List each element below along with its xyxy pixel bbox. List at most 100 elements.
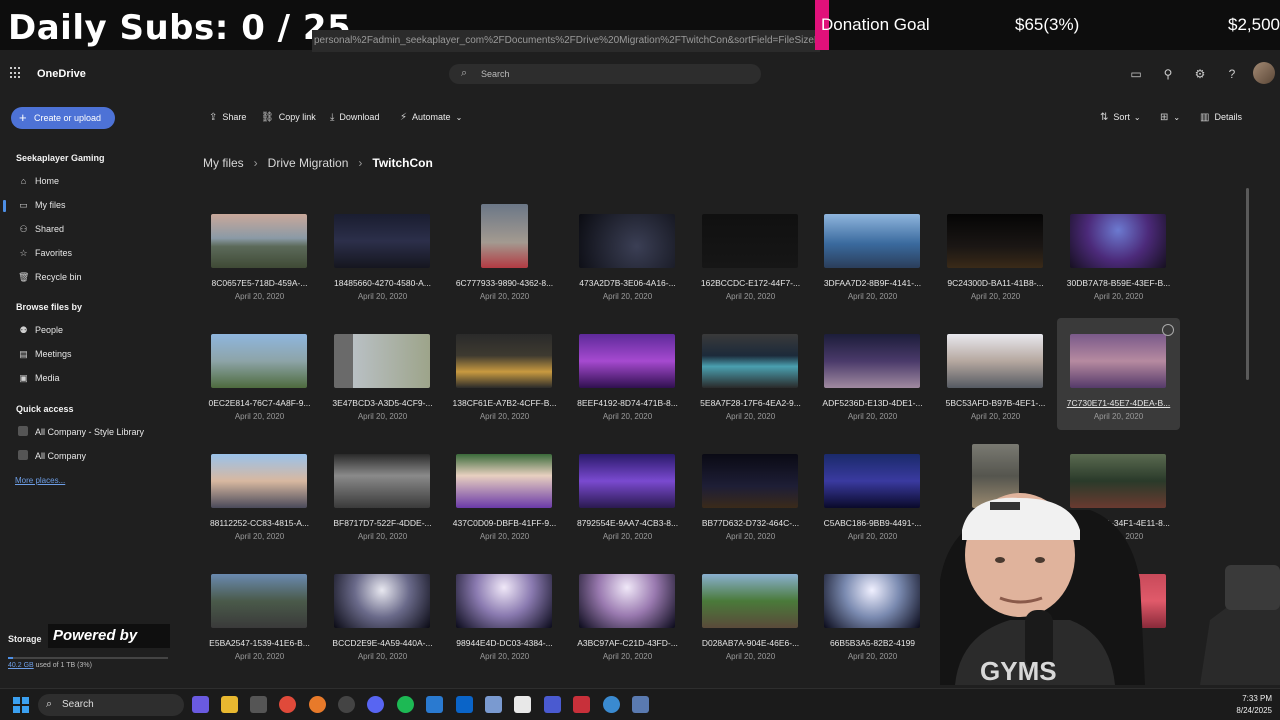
file-tile[interactable]: 5BC53AFD-B97B-4EF1-... April 20, 2020 bbox=[934, 318, 1057, 430]
file-tile[interactable]: D028AB7A-904E-46E6-... April 20, 2020 bbox=[689, 558, 812, 670]
file-name[interactable]: BB77D632-D732-464C-... bbox=[689, 518, 812, 528]
file-name[interactable]: 5BC53AFD-B97B-4EF1-... bbox=[934, 398, 1057, 408]
file-tile[interactable]: ADF5236D-E13D-4DE1-... April 20, 2020 bbox=[811, 318, 934, 430]
obs-icon[interactable] bbox=[338, 696, 355, 713]
file-name[interactable]: 30DB7A78-B59E-43EF-B... bbox=[1057, 278, 1180, 288]
file-name[interactable]: 18485660-4270-4580-A... bbox=[321, 278, 444, 288]
file-name[interactable]: 7C730E71-45E7-4DEA-B... bbox=[1057, 398, 1180, 408]
file-tile[interactable]: 138CF61E-A7B2-4CFF-B... April 20, 2020 bbox=[443, 318, 566, 430]
search-input[interactable]: ⌕ Search bbox=[449, 64, 761, 84]
details-button[interactable]: ▥ Details bbox=[1200, 112, 1242, 123]
copilot-icon[interactable] bbox=[192, 696, 209, 713]
more-places-link[interactable]: More places... bbox=[15, 476, 65, 485]
file-name[interactable]: E5BA2547-1539-41E6-B... bbox=[198, 638, 321, 648]
share-network-icon[interactable]: ⚲ bbox=[1161, 67, 1175, 81]
file-name[interactable]: 6C777933-9890-4362-8... bbox=[443, 278, 566, 288]
file-name[interactable]: 9C24300D-BA11-41B8-... bbox=[934, 278, 1057, 288]
waffle-icon[interactable] bbox=[10, 67, 22, 79]
address-bar-fragment[interactable]: personal%2Fadmin_seekaplayer_com%2FDocum… bbox=[312, 30, 820, 52]
file-name[interactable]: 3E47BCD3-A3D5-4CF9-... bbox=[321, 398, 444, 408]
taskbar-clock[interactable]: 7:33 PM 8/24/2025 bbox=[1228, 693, 1272, 717]
create-or-upload-button[interactable]: + Create or upload bbox=[11, 107, 115, 129]
file-tile[interactable]: 88112252-CC83-4815-A... April 20, 2020 bbox=[198, 438, 321, 550]
windows-start-icon[interactable] bbox=[13, 697, 29, 713]
file-tile[interactable]: 437C0D09-DBFB-41FF-9... April 20, 2020 bbox=[443, 438, 566, 550]
nav-item-recycle-bin[interactable]: 🗑︎ Recycle bin bbox=[18, 272, 82, 286]
nav-item-home[interactable]: ⌂ Home bbox=[18, 176, 59, 190]
file-tile[interactable]: A3BC97AF-C21D-43FD-... April 20, 2020 bbox=[566, 558, 689, 670]
quick-access-item[interactable]: All Company bbox=[18, 450, 86, 464]
notion-icon[interactable] bbox=[514, 696, 531, 713]
file-name[interactable]: 8EEF4192-8D74-471B-8... bbox=[566, 398, 689, 408]
file-tile[interactable]: 473A2D7B-3E06-4A16-... April 20, 2020 bbox=[566, 198, 689, 310]
file-name[interactable]: 3DFAA7D2-8B9F-4141-... bbox=[811, 278, 934, 288]
file-name[interactable]: 437C0D09-DBFB-41FF-9... bbox=[443, 518, 566, 528]
settings-app-icon[interactable] bbox=[250, 696, 267, 713]
nav-item-media[interactable]: ▣ Media bbox=[18, 373, 59, 387]
file-tile[interactable]: BCCD2E9E-4A59-440A-... April 20, 2020 bbox=[321, 558, 444, 670]
edge-icon[interactable] bbox=[426, 696, 443, 713]
file-tile[interactable]: 7C730E71-45E7-4DEA-B... April 20, 2020 bbox=[1057, 318, 1180, 430]
file-tile[interactable]: 30DB7A78-B59E-43EF-B... April 20, 2020 bbox=[1057, 198, 1180, 310]
file-name[interactable]: 8792554E-9AA7-4CB3-8... bbox=[566, 518, 689, 528]
file-name[interactable]: 0EC2E814-76C7-4A8F-9... bbox=[198, 398, 321, 408]
chrome-active-icon[interactable] bbox=[603, 696, 620, 713]
share-button[interactable]: ⇪ Share bbox=[209, 112, 246, 123]
mail-icon[interactable] bbox=[485, 696, 502, 713]
taskbar-search[interactable]: ⌕ Search bbox=[38, 694, 184, 716]
scrollbar[interactable] bbox=[1246, 188, 1249, 380]
file-name[interactable]: A3BC97AF-C21D-43FD-... bbox=[566, 638, 689, 648]
breadcrumb-middle[interactable]: Drive Migration bbox=[268, 156, 349, 170]
file-tile[interactable]: 8EEF4192-8D74-471B-8... April 20, 2020 bbox=[566, 318, 689, 430]
gear-icon[interactable]: ⚙ bbox=[1193, 67, 1207, 81]
file-tile[interactable]: BB77D632-D732-464C-... April 20, 2020 bbox=[689, 438, 812, 550]
nav-item-shared[interactable]: ⚇ Shared bbox=[18, 224, 64, 238]
file-name[interactable]: BCCD2E9E-4A59-440A-... bbox=[321, 638, 444, 648]
file-tile[interactable]: 3DFAA7D2-8B9F-4141-... April 20, 2020 bbox=[811, 198, 934, 310]
view-toggle-button[interactable]: ⊞ ⌄ bbox=[1160, 112, 1180, 123]
file-name[interactable]: D028AB7A-904E-46E6-... bbox=[689, 638, 812, 648]
file-tile[interactable]: 5E8A7F28-17F6-4EA2-9... April 20, 2020 bbox=[689, 318, 812, 430]
nav-item-my-files[interactable]: ▭ My files bbox=[18, 200, 65, 214]
file-tile[interactable]: E5BA2547-1539-41E6-B... April 20, 2020 bbox=[198, 558, 321, 670]
file-name[interactable]: ADF5236D-E13D-4DE1-... bbox=[811, 398, 934, 408]
file-name[interactable]: 98944E4D-DC03-4384-... bbox=[443, 638, 566, 648]
nav-item-favorites[interactable]: ☆ Favorites bbox=[18, 248, 72, 262]
app-red-icon[interactable] bbox=[573, 696, 590, 713]
help-icon[interactable]: ? bbox=[1225, 67, 1239, 81]
sort-button[interactable]: ⇅ Sort ⌄ bbox=[1100, 112, 1141, 123]
stream-app-icon[interactable] bbox=[632, 696, 649, 713]
discord-icon[interactable] bbox=[367, 696, 384, 713]
file-name[interactable]: 88112252-CC83-4815-A... bbox=[198, 518, 321, 528]
file-tile[interactable]: 8C0657E5-718D-459A-... April 20, 2020 bbox=[198, 198, 321, 310]
firefox-icon[interactable] bbox=[309, 696, 326, 713]
file-name[interactable]: 5E8A7F28-17F6-4EA2-9... bbox=[689, 398, 812, 408]
spotify-icon[interactable] bbox=[397, 696, 414, 713]
breadcrumb-root[interactable]: My files bbox=[203, 156, 244, 170]
copy-link-button[interactable]: ⛓︎ Copy link bbox=[261, 112, 316, 123]
file-name[interactable]: 8C0657E5-718D-459A-... bbox=[198, 278, 321, 288]
avatar[interactable] bbox=[1253, 62, 1275, 84]
file-name[interactable]: 162BCCDC-E172-44F7-... bbox=[689, 278, 812, 288]
file-tile[interactable]: 98944E4D-DC03-4384-... April 20, 2020 bbox=[443, 558, 566, 670]
file-explorer-icon[interactable] bbox=[221, 696, 238, 713]
monitor-icon[interactable]: ▭ bbox=[1129, 67, 1143, 81]
file-name[interactable]: 138CF61E-A7B2-4CFF-B... bbox=[443, 398, 566, 408]
file-tile[interactable]: 6C777933-9890-4362-8... April 20, 2020 bbox=[443, 198, 566, 310]
download-button[interactable]: ⤓ Download bbox=[330, 112, 379, 123]
teams-icon[interactable] bbox=[544, 696, 561, 713]
outlook-icon[interactable] bbox=[456, 696, 473, 713]
storage-used-link[interactable]: 40.2 GB bbox=[8, 662, 34, 669]
app-title[interactable]: OneDrive bbox=[37, 68, 86, 80]
select-checkbox[interactable] bbox=[1162, 324, 1174, 336]
nav-item-people[interactable]: ⚉ People bbox=[18, 325, 63, 339]
file-tile[interactable]: 0EC2E814-76C7-4A8F-9... April 20, 2020 bbox=[198, 318, 321, 430]
chrome-icon[interactable] bbox=[279, 696, 296, 713]
file-name[interactable]: BF8717D7-522F-4DDE-... bbox=[321, 518, 444, 528]
file-tile[interactable]: 18485660-4270-4580-A... April 20, 2020 bbox=[321, 198, 444, 310]
nav-item-meetings[interactable]: ▤ Meetings bbox=[18, 349, 71, 363]
automate-button[interactable]: ⚡︎ Automate ⌄ bbox=[400, 112, 462, 123]
file-tile[interactable]: 8792554E-9AA7-4CB3-8... April 20, 2020 bbox=[566, 438, 689, 550]
file-name[interactable]: 473A2D7B-3E06-4A16-... bbox=[566, 278, 689, 288]
file-tile[interactable]: 9C24300D-BA11-41B8-... April 20, 2020 bbox=[934, 198, 1057, 310]
